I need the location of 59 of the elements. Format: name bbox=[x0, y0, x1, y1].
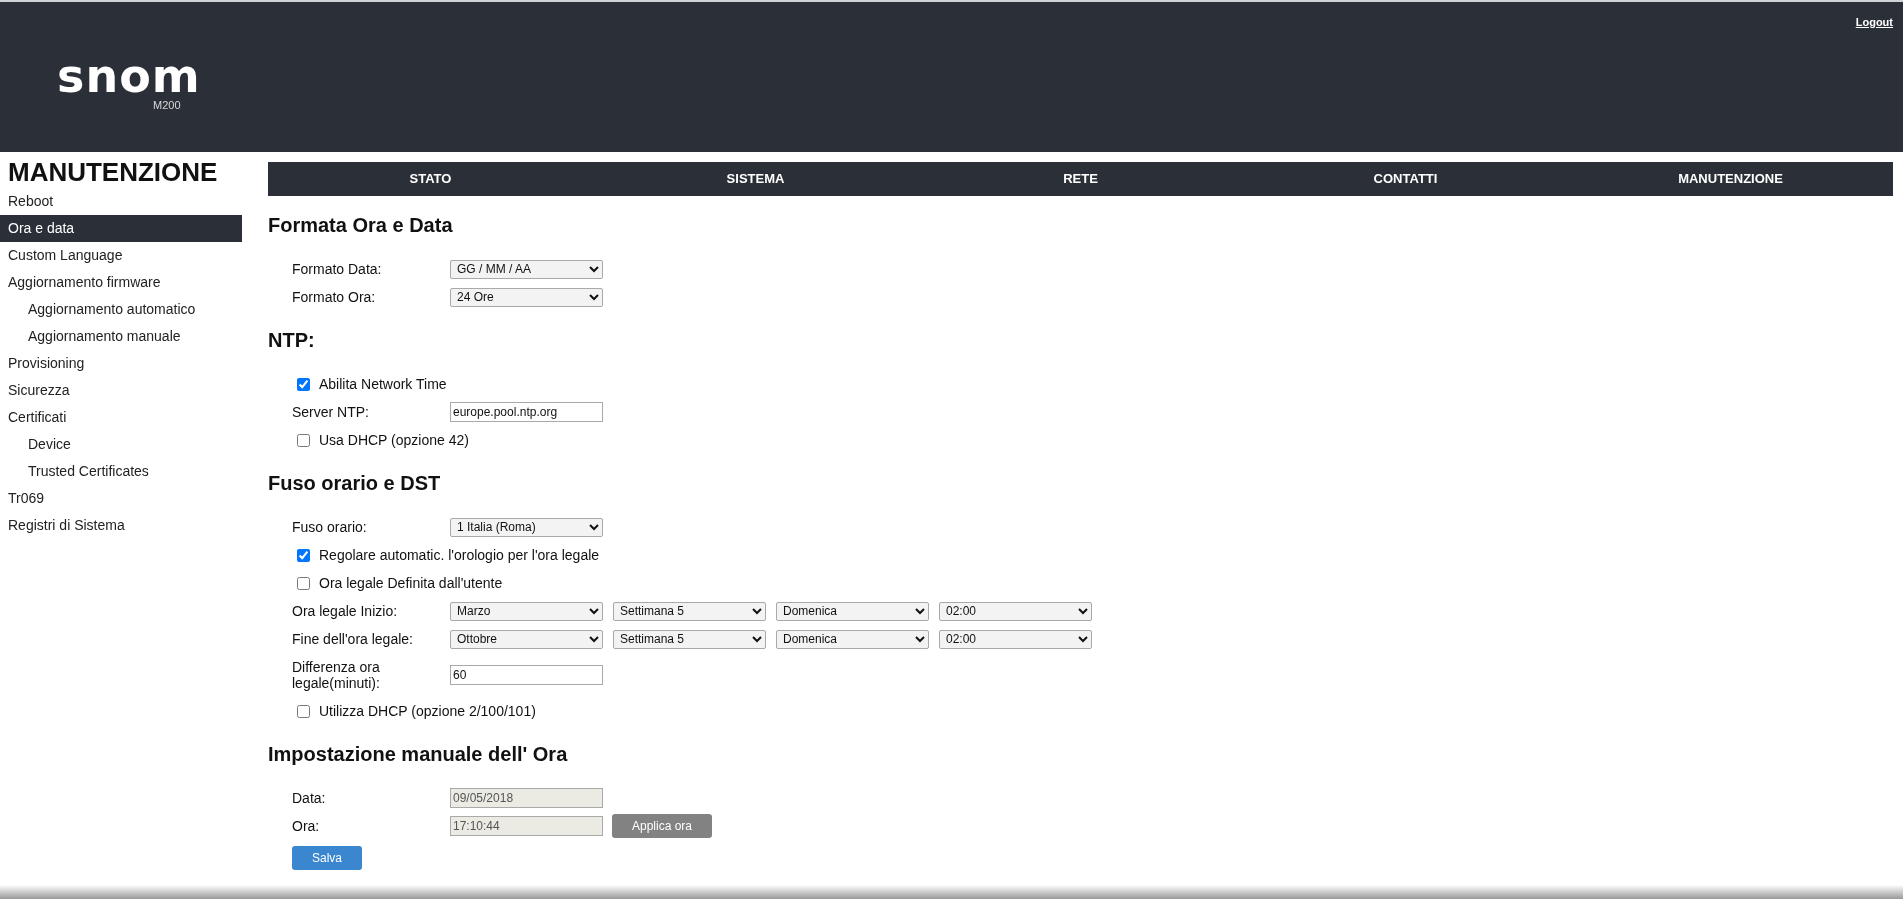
logout-link[interactable]: Logout bbox=[1855, 14, 1893, 31]
checkbox-label: Ora legale Definita dall'utente bbox=[319, 573, 503, 593]
checkbox-label: Usa DHCP (opzione 42) bbox=[319, 430, 469, 450]
dropdown[interactable]: 1 Italia (Roma) bbox=[450, 517, 603, 537]
sidebar-item[interactable]: Registri di Sistema bbox=[0, 512, 242, 539]
checkbox-label: Utilizza DHCP (opzione 2/100/101) bbox=[319, 701, 536, 721]
dropdown[interactable]: 02:00 bbox=[939, 601, 1092, 621]
input-field[interactable]: europe.pool.ntp.org bbox=[450, 402, 603, 422]
dropdown[interactable]: 24 Ore bbox=[450, 287, 603, 307]
section-heading: Impostazione manuale dell' Ora bbox=[268, 742, 569, 766]
checkbox[interactable] bbox=[297, 704, 310, 718]
checkbox[interactable] bbox=[297, 433, 310, 447]
nav-tab[interactable]: RETE bbox=[918, 162, 1243, 196]
field-label: Formato Ora: bbox=[292, 289, 377, 305]
nav-tab[interactable]: SISTEMA bbox=[593, 162, 918, 196]
nav-tab[interactable]: STATO bbox=[268, 162, 593, 196]
sidebar-item[interactable]: Trusted Certificates bbox=[0, 458, 242, 485]
dropdown[interactable]: GG / MM / AA bbox=[450, 259, 603, 279]
dropdown[interactable]: Marzo bbox=[450, 601, 603, 621]
field-label: Data: bbox=[292, 790, 327, 806]
field-label: Ora legale Inizio: bbox=[292, 603, 399, 619]
section-heading: Formata Ora e Data bbox=[268, 213, 454, 237]
field-label: Differenza ora legale(minuti): bbox=[292, 659, 381, 691]
sidebar-item[interactable]: Reboot bbox=[0, 188, 242, 215]
dropdown[interactable]: Ottobre bbox=[450, 629, 603, 649]
sidebar-item[interactable]: Sicurezza bbox=[0, 377, 242, 404]
sidebar-item[interactable]: Ora e data bbox=[0, 215, 242, 242]
model-name: M200 bbox=[153, 98, 182, 112]
checkbox[interactable] bbox=[297, 576, 310, 590]
checkbox[interactable] bbox=[297, 377, 310, 391]
sidebar-item[interactable]: Provisioning bbox=[0, 350, 242, 377]
sidebar-title: MANUTENZIONE bbox=[8, 156, 219, 188]
dropdown[interactable]: Domenica bbox=[776, 601, 929, 621]
input-field[interactable]: 60 bbox=[450, 665, 603, 685]
checkbox-label: Regolare automatic. l'orologio per l'ora legale bbox=[319, 545, 600, 565]
dropdown[interactable]: Settimana 5 bbox=[613, 629, 766, 649]
logo: snom bbox=[57, 54, 201, 98]
save-button[interactable]: Salva bbox=[292, 846, 362, 870]
field-label: Fuso orario: bbox=[292, 519, 368, 535]
dropdown[interactable]: Settimana 5 bbox=[613, 601, 766, 621]
sidebar-item[interactable]: Aggiornamento firmware bbox=[0, 269, 242, 296]
checkbox-label: Abilita Network Time bbox=[319, 374, 447, 394]
checkbox[interactable] bbox=[297, 548, 310, 562]
section-heading: NTP: bbox=[268, 328, 316, 352]
dropdown[interactable]: 02:00 bbox=[939, 629, 1092, 649]
sidebar-item[interactable]: Custom Language bbox=[0, 242, 242, 269]
sidebar-item[interactable]: Tr069 bbox=[0, 485, 242, 512]
field-label: Server NTP: bbox=[292, 404, 370, 420]
field-label: Formato Data: bbox=[292, 261, 383, 277]
sidebar-item[interactable]: Aggiornamento automatico bbox=[0, 296, 242, 323]
section-heading: Fuso orario e DST bbox=[268, 471, 442, 495]
nav-tab[interactable]: CONTATTI bbox=[1243, 162, 1568, 196]
field-label: Fine dell'ora legale: bbox=[292, 631, 414, 647]
field-label: Ora: bbox=[292, 818, 321, 834]
nav-tab[interactable]: MANUTENZIONE bbox=[1568, 162, 1893, 196]
dropdown[interactable]: Domenica bbox=[776, 629, 929, 649]
sidebar-item[interactable]: Aggiornamento manuale bbox=[0, 323, 242, 350]
sidebar-item[interactable]: Device bbox=[0, 431, 242, 458]
sidebar-item[interactable]: Certificati bbox=[0, 404, 242, 431]
